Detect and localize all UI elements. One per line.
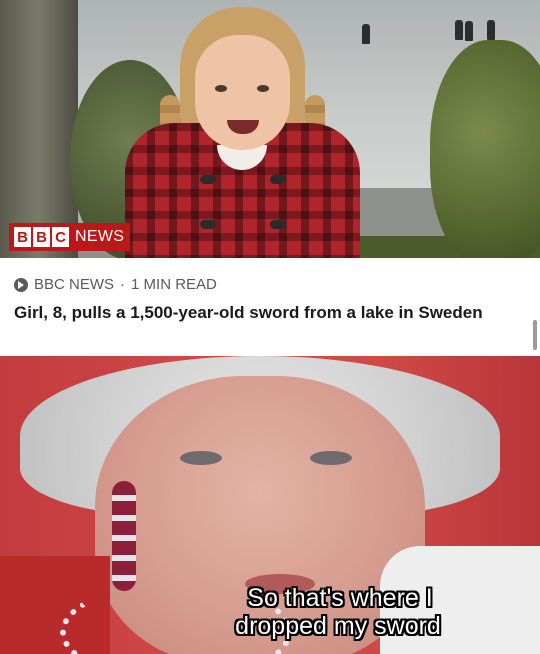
eye (215, 85, 227, 92)
girl-photo: B B C NEWS (0, 0, 540, 258)
article-source: BBC NEWS (34, 276, 115, 293)
caption-line-1: So that's where I (247, 584, 433, 612)
bbc-logo-block: C (52, 227, 69, 247)
coat-toggle (200, 175, 216, 184)
caption-line-2: dropped my sword (235, 612, 441, 640)
bbc-logo-block: B (14, 227, 31, 247)
coat-toggle (200, 220, 216, 229)
article-headline[interactable]: Girl, 8, pulls a 1,500-year-old sword fr… (14, 302, 514, 323)
article-meta: BBC NEWS · 1 MIN READ (14, 276, 217, 293)
eye (180, 451, 222, 465)
ruby-earring (112, 481, 136, 591)
bush (430, 40, 540, 258)
person-in-lake (465, 21, 473, 41)
coat-toggle (270, 175, 286, 184)
girl-figure (125, 5, 360, 258)
eye (257, 85, 269, 92)
person-in-lake (362, 24, 370, 44)
bbc-news-logo: B B C NEWS (9, 223, 131, 251)
meta-separator: · (120, 276, 126, 293)
girl-face (195, 35, 290, 150)
person-in-lake (455, 20, 463, 40)
smile (227, 120, 259, 134)
read-time: 1 MIN READ (131, 276, 217, 293)
tree-trunk (0, 0, 78, 258)
share-arrow-icon (14, 277, 28, 292)
scrollbar[interactable] (533, 320, 537, 350)
person-in-lake (487, 20, 495, 40)
meme-image: B B C NEWS BBC NEWS · 1 MIN READ Girl, 8… (0, 0, 540, 654)
meme-caption: So that's where I dropped my sword (0, 584, 540, 640)
eye (310, 451, 352, 465)
bbc-logo-news-label: NEWS (75, 228, 125, 245)
coat-toggle (270, 220, 286, 229)
bbc-logo-block: B (33, 227, 50, 247)
